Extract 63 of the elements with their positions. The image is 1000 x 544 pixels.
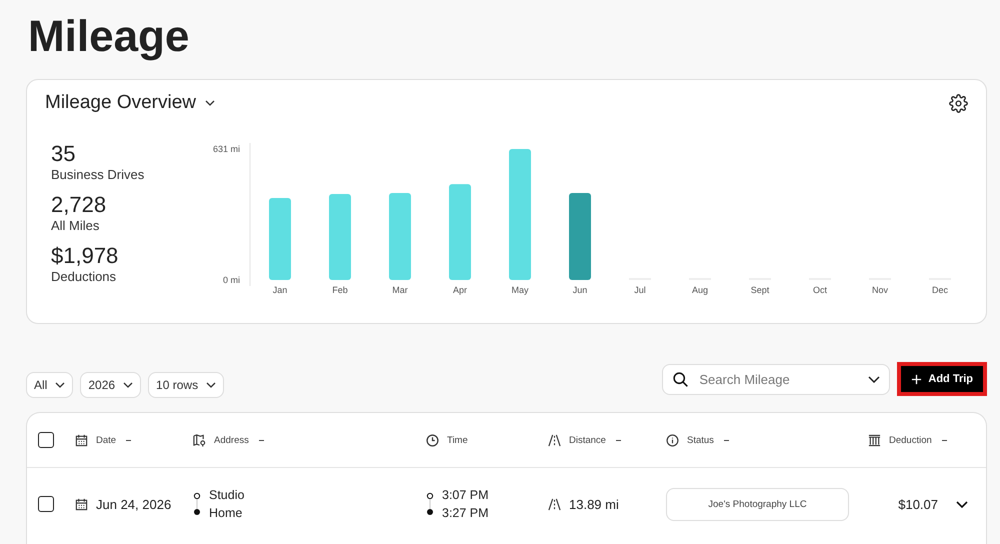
column-header[interactable]: Time [447, 434, 468, 446]
stat-value: $1,978 [51, 243, 118, 269]
stat-label: Business Drives [51, 167, 144, 183]
time-text: 3:27 PM [442, 505, 489, 522]
axis-label: 631 mi [212, 144, 240, 154]
stat-value: 35 [51, 141, 76, 167]
axis-label: Oct [813, 285, 827, 295]
filter-dropdown[interactable]: All [26, 372, 74, 398]
settings-icon[interactable] [949, 94, 968, 112]
calendar-icon [75, 498, 88, 510]
address-text: Home [209, 505, 242, 522]
column-header[interactable]: Deduction [889, 434, 932, 446]
axis-label: Sept [750, 285, 770, 295]
axis-label: Jan [272, 285, 288, 295]
address-text: Studio [209, 487, 244, 504]
date-cell: Jun 24, 2026 [96, 496, 172, 512]
map-icon [193, 434, 206, 446]
column-header[interactable]: Address [214, 434, 249, 446]
axis-label: Feb [332, 285, 348, 295]
search-input[interactable]: Search Mileage [697, 370, 860, 388]
chevron-down-icon[interactable] [868, 376, 880, 382]
add-trip-button[interactable]: Add Trip [901, 366, 983, 392]
axis-label: Nov [872, 285, 888, 295]
filter-dropdown[interactable]: 10 rows [148, 372, 224, 398]
axis-label: 0 mi [222, 275, 240, 285]
road-icon [548, 434, 561, 446]
chevron-down-icon [205, 100, 215, 106]
chevron-down-icon [55, 382, 66, 388]
axis-label: Dec [932, 285, 948, 295]
chevron-down-icon [206, 382, 216, 388]
search-field[interactable]: Search Mileage [662, 364, 890, 394]
stat-label: All Miles [51, 218, 100, 234]
axis-label: Jun [572, 285, 588, 295]
road-icon [548, 498, 561, 510]
stat-value: 2,728 [51, 192, 106, 218]
axis-label: Jul [634, 285, 646, 295]
axis-label: Aug [692, 285, 708, 295]
checkbox[interactable] [38, 496, 54, 512]
calendar-icon [75, 434, 88, 446]
info-icon [666, 434, 679, 446]
distance-cell: 13.89 mi [569, 496, 619, 512]
filter-dropdown[interactable]: 2026 [80, 372, 142, 398]
column-header[interactable]: Distance [569, 434, 606, 446]
bank-icon [868, 434, 881, 446]
axis-label: Apr [453, 285, 467, 295]
route-icon [193, 492, 201, 516]
time-text: 3:07 PM [442, 487, 489, 504]
plus-icon [911, 374, 922, 384]
overview-dropdown[interactable]: Mileage Overview [45, 92, 215, 114]
column-header[interactable]: Status [687, 434, 714, 446]
status-button[interactable]: Joe's Photography LLC [666, 488, 849, 520]
expand-icon[interactable] [956, 500, 968, 508]
deduction-cell: $10.07 [898, 496, 938, 512]
route-icon [426, 492, 434, 516]
chevron-down-icon [123, 382, 134, 388]
column-header[interactable]: Date [96, 434, 116, 446]
search-icon [672, 370, 690, 388]
axis-label: May [512, 285, 528, 295]
page-title: Mileage [28, 11, 190, 63]
axis-label: Mar [392, 285, 408, 295]
checkbox[interactable] [38, 432, 54, 448]
stat-label: Deductions [51, 269, 116, 285]
clock-icon [426, 434, 439, 446]
